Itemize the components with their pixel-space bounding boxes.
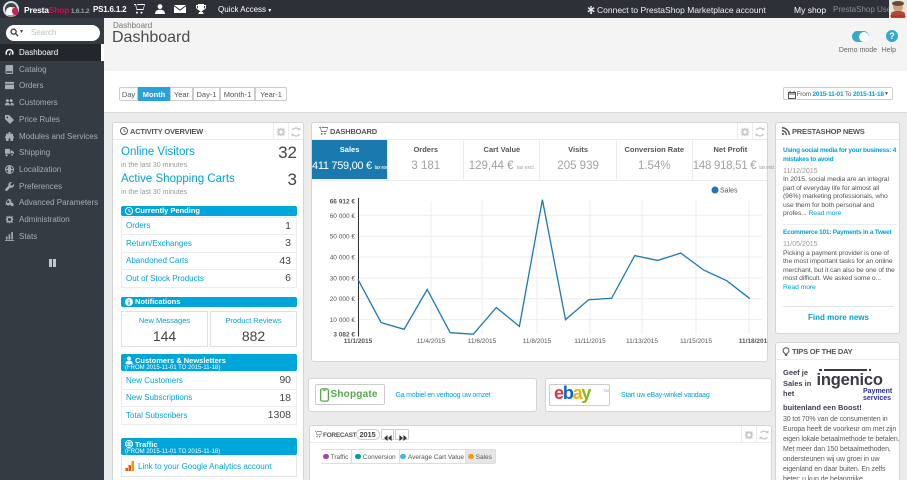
svg-text:20 000 €: 20 000 €: [330, 296, 356, 303]
svg-text:30 000 €: 30 000 €: [330, 275, 356, 282]
svg-text:11/6/2015: 11/6/2015: [468, 338, 497, 345]
svg-text:11/13/2015: 11/13/2015: [626, 338, 658, 345]
svg-text:11/15/2015: 11/15/2015: [680, 338, 712, 345]
svg-text:11/8/2015: 11/8/2015: [523, 338, 552, 345]
svg-text:40 000 €: 40 000 €: [330, 255, 356, 262]
svg-text:11/4/2015: 11/4/2015: [417, 338, 446, 345]
svg-text:11/18/201: 11/18/201: [739, 338, 768, 345]
svg-text:50 000 €: 50 000 €: [330, 234, 356, 241]
svg-text:10 000 €: 10 000 €: [330, 317, 356, 324]
svg-text:11/11/2015: 11/11/2015: [574, 338, 606, 345]
svg-text:66 912 €: 66 912 €: [330, 199, 356, 206]
svg-text:60 000 €: 60 000 €: [330, 213, 356, 220]
svg-text:Sales: Sales: [720, 188, 738, 195]
svg-text:11/1/2015: 11/1/2015: [344, 338, 373, 345]
